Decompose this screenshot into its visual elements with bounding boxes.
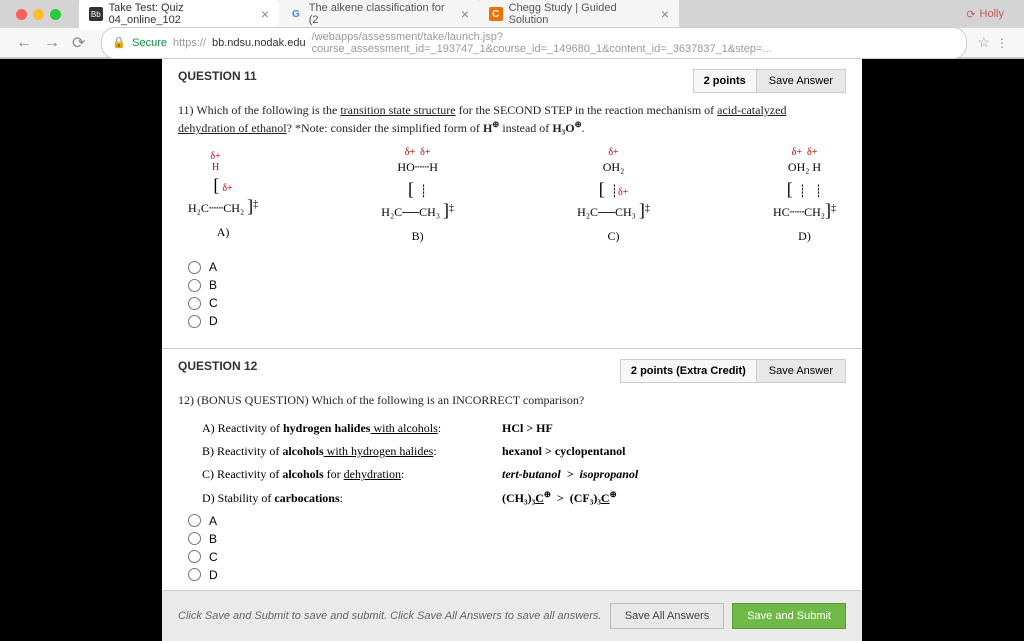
points-box: 2 points Save Answer: [693, 69, 846, 93]
close-tab-icon[interactable]: ×: [461, 6, 469, 22]
option-c[interactable]: C: [188, 550, 846, 564]
option-b[interactable]: B: [188, 278, 846, 292]
quiz-content: QUESTION 11 2 points Save Answer 11) Whi…: [162, 59, 862, 641]
answer-options: A B C D: [188, 260, 846, 328]
back-button[interactable]: ←: [10, 34, 38, 52]
lock-icon: 🔒: [112, 36, 126, 49]
structure-b: δ+ δ+ HO┄┄H [ ┊H₂C──CH₃ ]‡ B): [381, 147, 454, 244]
option-a[interactable]: A: [188, 514, 846, 528]
footer-hint: Click Save and Submit to save and submit…: [178, 610, 601, 622]
window-controls[interactable]: [8, 9, 69, 20]
close-tab-icon[interactable]: ×: [661, 6, 669, 22]
option-a[interactable]: A: [188, 260, 846, 274]
option-d[interactable]: D: [188, 568, 846, 582]
user-indicator: ⟳ Holly: [966, 8, 1004, 21]
points-label: 2 points (Extra Credit): [621, 360, 756, 382]
question-11-card: QUESTION 11 2 points Save Answer 11) Whi…: [162, 59, 862, 349]
answer-options: A B C D: [188, 514, 846, 582]
radio-c[interactable]: [188, 550, 201, 563]
tab-title: Chegg Study | Guided Solution: [509, 2, 655, 26]
question-12-card: QUESTION 12 2 points (Extra Credit) Save…: [162, 349, 862, 590]
tab-bar: Bb Take Test: Quiz 04_online_102 × G The…: [0, 0, 1024, 28]
reload-button[interactable]: ⟳: [66, 33, 91, 53]
radio-d[interactable]: [188, 315, 201, 328]
google-icon: G: [289, 7, 303, 21]
save-answer-button[interactable]: Save Answer: [756, 360, 845, 382]
comparison-row-b: B) Reactivity of alcohols with hydrogen …: [202, 442, 846, 461]
secure-label: Secure: [132, 37, 167, 49]
radio-b[interactable]: [188, 279, 201, 292]
forward-button[interactable]: →: [38, 34, 66, 52]
address-bar[interactable]: 🔒 Secure https:// bb.ndsu.nodak.edu/webap…: [101, 27, 967, 59]
tab-title: Take Test: Quiz 04_online_102: [109, 2, 255, 26]
question-stem: 12) (BONUS QUESTION) Which of the follow…: [178, 391, 846, 409]
url-scheme: https://: [173, 37, 206, 49]
tab-title: The alkene classification for (2: [309, 2, 455, 26]
structure-c: δ+ OH₂ [ ┊δ+H₂C──CH₃ ]‡ C): [577, 147, 650, 244]
url-host: bb.ndsu.nodak.edu: [212, 37, 306, 49]
chegg-icon: C: [489, 7, 503, 21]
browser-menu-icon[interactable]: ⋮: [990, 36, 1014, 50]
tab-google[interactable]: G The alkene classification for (2 ×: [279, 0, 479, 30]
chemical-structures: δ+ H [ δ+H₂C┄┄CH₂ ]‡ A) δ+ δ+ HO┄┄H [ ┊H…: [178, 147, 846, 244]
comparison-table: A) Reactivity of hydrogen halides with a…: [202, 419, 846, 508]
save-all-button[interactable]: Save All Answers: [610, 603, 724, 629]
option-c[interactable]: C: [188, 296, 846, 310]
save-answer-button[interactable]: Save Answer: [756, 70, 845, 92]
radio-a[interactable]: [188, 261, 201, 274]
user-name: Holly: [980, 8, 1004, 20]
browser-chrome: Bb Take Test: Quiz 04_online_102 × G The…: [0, 0, 1024, 59]
structure-d: δ+ δ+ OH₂ H [ ┊ ┊HC┄┄CH₂]‡ D): [773, 147, 836, 244]
option-d[interactable]: D: [188, 314, 846, 328]
option-b[interactable]: B: [188, 532, 846, 546]
address-bar-row: ← → ⟳ 🔒 Secure https:// bb.ndsu.nodak.edu…: [0, 28, 1024, 58]
comparison-row-d: D) Stability of carbocations: (CH₃)₃C⊕ >…: [202, 489, 846, 508]
footer-bar: Click Save and Submit to save and submit…: [162, 590, 862, 641]
question-stem: 11) Which of the following is the transi…: [178, 101, 846, 137]
radio-d[interactable]: [188, 568, 201, 581]
question-number: QUESTION 12: [178, 359, 257, 373]
bookmark-icon[interactable]: ☆: [977, 34, 990, 51]
sync-icon: ⟳: [966, 8, 975, 21]
close-icon[interactable]: [16, 9, 27, 20]
url-path: /webapps/assessment/take/launch.jsp?cour…: [312, 31, 957, 55]
close-tab-icon[interactable]: ×: [261, 6, 269, 22]
points-label: 2 points: [694, 70, 756, 92]
blackboard-icon: Bb: [89, 7, 103, 21]
radio-a[interactable]: [188, 514, 201, 527]
structure-a: δ+ H [ δ+H₂C┄┄CH₂ ]‡ A): [188, 151, 258, 240]
comparison-row-a: A) Reactivity of hydrogen halides with a…: [202, 419, 846, 438]
question-number: QUESTION 11: [178, 69, 257, 83]
save-submit-button[interactable]: Save and Submit: [732, 603, 846, 629]
radio-c[interactable]: [188, 297, 201, 310]
points-box: 2 points (Extra Credit) Save Answer: [620, 359, 846, 383]
minimize-icon[interactable]: [33, 9, 44, 20]
tab-quiz[interactable]: Bb Take Test: Quiz 04_online_102 ×: [79, 0, 279, 30]
comparison-row-c: C) Reactivity of alcohols for dehydratio…: [202, 465, 846, 484]
radio-b[interactable]: [188, 532, 201, 545]
tab-chegg[interactable]: C Chegg Study | Guided Solution ×: [479, 0, 679, 30]
page-viewport: QUESTION 11 2 points Save Answer 11) Whi…: [0, 59, 1024, 641]
maximize-icon[interactable]: [50, 9, 61, 20]
